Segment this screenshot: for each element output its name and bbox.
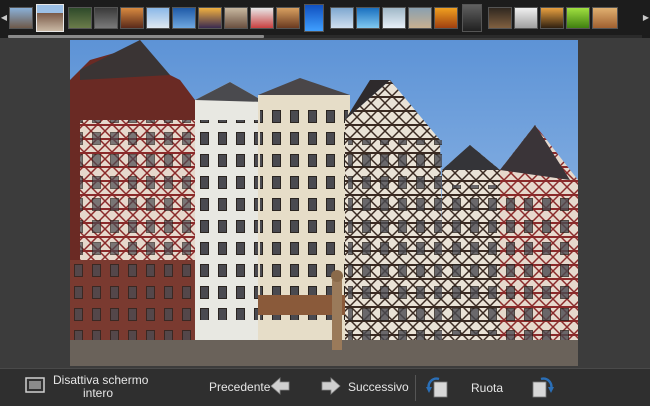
thumbnail[interactable] xyxy=(224,7,248,29)
previous-arrow-icon[interactable] xyxy=(270,377,290,395)
thumbnail[interactable] xyxy=(592,7,618,29)
thumbnail[interactable] xyxy=(488,7,512,29)
image-viewer xyxy=(0,38,650,368)
thumbnail[interactable] xyxy=(146,7,170,29)
thumbnail[interactable] xyxy=(172,7,196,29)
thumbnail[interactable] xyxy=(540,7,564,29)
previous-label: Precedente xyxy=(209,380,271,394)
thumbnail[interactable] xyxy=(382,7,406,29)
thumbnail[interactable] xyxy=(68,7,92,29)
previous-button[interactable]: Precedente xyxy=(209,380,270,394)
thumbnail[interactable] xyxy=(566,7,590,29)
photo-image xyxy=(70,40,578,366)
thumbnail-selected[interactable] xyxy=(36,4,64,32)
thumbnail-list xyxy=(9,4,641,32)
exit-fullscreen-label[interactable]: Disattiva schermo intero xyxy=(53,374,153,400)
rotate-label: Ruota xyxy=(471,381,504,395)
thumbnail[interactable] xyxy=(276,7,300,29)
rotate-right-icon[interactable] xyxy=(531,375,555,399)
exit-fullscreen-label-line2: intero xyxy=(83,386,114,400)
thumbnail[interactable] xyxy=(250,7,274,29)
thumbnail[interactable] xyxy=(198,7,222,29)
scroll-left-arrow-icon[interactable]: ◀ xyxy=(0,0,8,36)
displayed-photo xyxy=(70,40,578,366)
thumbnail[interactable] xyxy=(120,7,144,29)
next-button[interactable]: Successivo xyxy=(348,380,409,394)
thumbnail[interactable] xyxy=(9,7,33,29)
thumbnail[interactable] xyxy=(408,7,432,29)
bottom-toolbar: Disattiva schermo intero Precedente Succ… xyxy=(0,368,650,406)
thumbnail-strip: ◀ ▶ xyxy=(0,0,650,38)
next-label: Successivo xyxy=(348,380,409,394)
thumbnail[interactable] xyxy=(356,7,380,29)
thumbnail[interactable] xyxy=(434,7,458,29)
toolbar-divider xyxy=(415,375,416,401)
rotate-button[interactable]: Ruota xyxy=(471,381,503,395)
thumbnail[interactable] xyxy=(462,4,482,32)
thumbnail[interactable] xyxy=(304,4,324,32)
scroll-right-arrow-icon[interactable]: ▶ xyxy=(642,0,650,36)
thumbnail[interactable] xyxy=(514,7,538,29)
exit-fullscreen-icon[interactable] xyxy=(25,377,45,393)
rotate-left-icon[interactable] xyxy=(425,375,449,399)
thumbnail[interactable] xyxy=(330,7,354,29)
thumbnail[interactable] xyxy=(94,7,118,29)
next-arrow-icon[interactable] xyxy=(321,377,341,395)
